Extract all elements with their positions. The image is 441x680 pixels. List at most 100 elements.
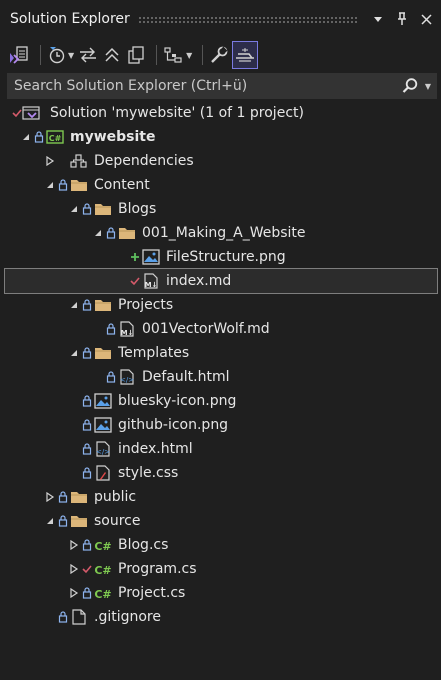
tree-item[interactable]: Projects [0,293,441,317]
expanded-chevron-icon[interactable] [45,173,55,197]
folder-icon [94,197,112,221]
tree-item-label: bluesky-icon.png [118,393,237,409]
pin-icon[interactable] [393,10,411,28]
tree-item[interactable]: M↓ 001VectorWolf.md [0,317,441,341]
expanded-chevron-icon[interactable] [21,125,31,149]
chevron-down-icon[interactable]: ▼ [186,51,192,60]
sync-with-active-document-icon[interactable] [78,42,98,68]
tree-item-label: Default.html [142,369,230,385]
toolbar-separator [40,45,41,65]
tree-item[interactable]: Templates [0,341,441,365]
tree-item[interactable]: style.css [0,461,441,485]
collapsed-chevron-icon[interactable] [69,581,79,605]
collapsed-chevron-icon[interactable] [45,485,55,509]
svg-text:C#: C# [94,564,111,577]
expanded-chevron-icon[interactable] [45,509,55,533]
tree-item-label: Projects [118,297,174,313]
tree-item-label: Project.cs [118,585,186,601]
tree-item[interactable]: </> index.html [0,437,441,461]
lock-icon [106,365,116,389]
collapsed-chevron-icon[interactable] [69,557,79,581]
folder-icon [70,173,88,197]
folder-icon [118,221,136,245]
checked-out-icon [82,557,92,581]
tree-item[interactable]: .gitignore [0,605,441,629]
tree-item[interactable]: public [0,485,441,509]
tree-item-label: Blogs [118,201,157,217]
tree-item-label: .gitignore [94,609,161,625]
lock-icon [58,605,68,629]
tree-item-label: Solution 'mywebsite' (1 of 1 project) [50,105,304,121]
tree-item-label: Content [94,177,150,193]
svg-text:</>: </> [96,448,110,456]
toolbar: ▼ ▼ [0,38,441,72]
expanded-chevron-icon[interactable] [69,341,79,365]
chevron-down-icon[interactable]: ▼ [68,51,74,60]
lock-icon [82,389,92,413]
tree-item[interactable]: 001_Making_A_Website [0,221,441,245]
svg-text:</>: </> [120,376,134,384]
added-icon [130,245,140,269]
show-all-files-icon[interactable] [126,42,146,68]
tree-item[interactable]: C# Project.cs [0,581,441,605]
lock-icon [106,317,116,341]
chevron-down-icon[interactable] [369,10,387,28]
drag-grip[interactable] [137,15,359,23]
lock-icon [106,221,116,245]
lock-icon [34,125,44,149]
lock-icon [82,413,92,437]
tree-item-label: Templates [118,345,190,361]
tree-item[interactable]: C# Program.cs [0,557,441,581]
tree-item[interactable]: FileStructure.png [0,245,441,269]
collapsed-chevron-icon[interactable] [69,533,79,557]
tree-item[interactable]: C# Blog.cs [0,533,441,557]
collapsed-chevron-icon[interactable] [45,149,55,173]
tree-item[interactable]: Dependencies [0,149,441,173]
tree-item-label: source [94,513,141,529]
tree-item[interactable]: source [0,509,441,533]
tree-item-label: public [94,489,137,505]
markdown-file-icon: M↓ [142,269,160,293]
tree-item[interactable]: github-icon.png [0,413,441,437]
lock-icon [82,293,92,317]
svg-text:C#: C# [49,134,62,143]
pending-changes-filter-icon[interactable]: ▼ [47,42,74,68]
search-input[interactable] [7,77,389,95]
lock-icon [58,485,68,509]
expanded-chevron-icon[interactable] [69,293,79,317]
lock-icon [58,173,68,197]
tree-item-label: index.md [166,273,232,289]
collapse-all-icon[interactable] [102,42,122,68]
folder-icon [70,509,88,533]
close-icon[interactable] [417,10,435,28]
lock-icon [58,509,68,533]
toolbar-separator [202,45,204,65]
expanded-chevron-icon[interactable] [69,197,79,221]
svg-text:M↓: M↓ [121,329,134,337]
search-options-chevron-icon[interactable]: ▼ [419,82,437,91]
tree-item[interactable]: bluesky-icon.png [0,389,441,413]
folder-icon [94,293,112,317]
preview-selected-items-icon[interactable] [232,41,259,69]
svg-text:C#: C# [94,540,111,553]
tree-item[interactable]: Blogs [0,197,441,221]
tree-item[interactable]: C# mywebsite [0,125,441,149]
tree-item[interactable]: </> Default.html [0,365,441,389]
tree-item[interactable]: M↓ index.md [4,268,438,294]
search-icon[interactable] [389,77,419,95]
switch-views-icon[interactable] [8,42,30,68]
expanded-chevron-icon[interactable] [93,221,103,245]
solution-icon [22,101,40,125]
csharp-project-icon: C# [46,125,64,149]
dependencies-icon [70,149,88,173]
tree-item[interactable]: Solution 'mywebsite' (1 of 1 project) [0,101,441,125]
tree-item-label: Blog.cs [118,537,169,553]
svg-text:M↓: M↓ [145,281,158,289]
view-class-diagram-icon[interactable]: ▼ [163,42,192,68]
properties-icon[interactable] [209,42,229,68]
csharp-file-icon: C# [94,557,112,581]
markdown-file-icon: M↓ [118,317,136,341]
tree-item[interactable]: Content [0,173,441,197]
checked-out-icon [130,269,140,293]
csharp-file-icon: C# [94,533,112,557]
